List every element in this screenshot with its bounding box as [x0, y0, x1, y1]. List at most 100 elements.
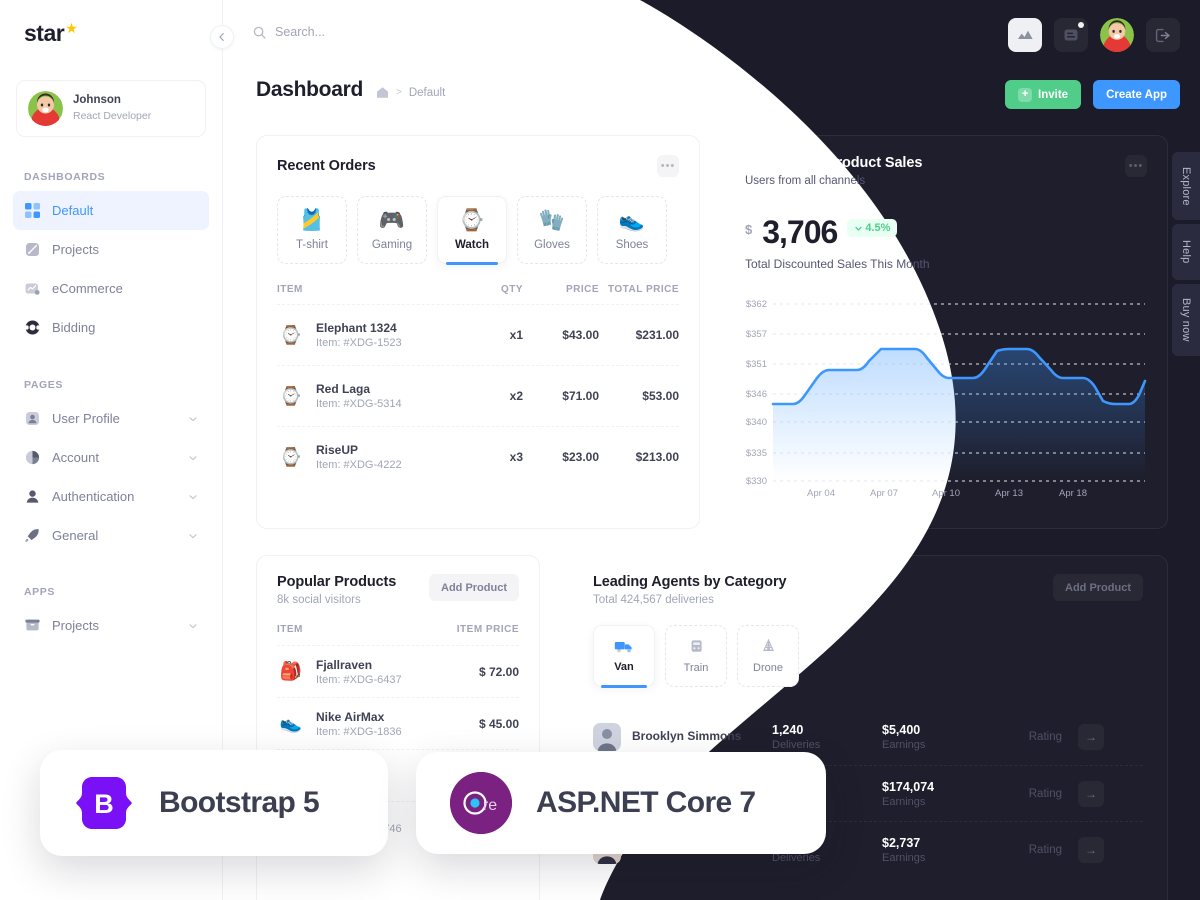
- sidebar-item-user-profile[interactable]: User Profile: [13, 399, 209, 438]
- sidebar-collapse-button[interactable]: [210, 25, 234, 49]
- sidebar-item-label: Authentication: [52, 489, 135, 504]
- sidebar-item-label: eCommerce: [52, 281, 123, 296]
- category-label: Shoes: [615, 238, 649, 251]
- create-app-label: Create App: [1106, 88, 1167, 101]
- sidebar-item-projects[interactable]: Projects: [13, 230, 209, 269]
- avatar[interactable]: [1100, 18, 1134, 52]
- notes-icon[interactable]: [1054, 18, 1088, 52]
- shoe-icon: 👟: [618, 208, 646, 232]
- bootstrap-banner[interactable]: B Bootstrap 5: [40, 750, 388, 856]
- sidebar-item-authentication[interactable]: Authentication: [13, 477, 209, 516]
- sidebar-item-general[interactable]: General: [13, 516, 209, 555]
- rating-label: Rating: [1028, 731, 1062, 743]
- arrow-right-icon[interactable]: →: [1078, 780, 1104, 807]
- add-product-button[interactable]: Add Product: [1053, 574, 1143, 601]
- sidebar-item-label: Default: [52, 203, 94, 218]
- brand-name: star: [24, 20, 65, 46]
- leading-agents-subtitle: Total 424,567 deliveries: [593, 594, 714, 606]
- category-gloves[interactable]: 🧤 Gloves: [517, 196, 587, 264]
- earnings-label: Earnings: [882, 739, 926, 751]
- bootstrap-logo: B: [76, 777, 132, 829]
- layers-icon: [24, 241, 41, 258]
- delta-value: 4.5%: [865, 222, 891, 234]
- earnings-label: Earnings: [882, 795, 926, 808]
- search-input[interactable]: Search...: [275, 25, 325, 39]
- table-row[interactable]: ⌚ RiseUP Item: #XDG-4222 x3 $23.00 $213.…: [277, 426, 679, 487]
- category-van[interactable]: Van: [593, 625, 655, 688]
- side-tab-explore[interactable]: Explore: [1172, 152, 1200, 220]
- sidebar-nav-apps: Projects: [0, 606, 222, 645]
- sidebar-item-bidding[interactable]: Bidding: [13, 308, 209, 347]
- watch-icon: ⌚: [458, 208, 486, 232]
- chevron-down-icon: [189, 623, 197, 628]
- table-row[interactable]: ⌚ Red Laga Item: #XDG-5314 x2 $71.00 $53…: [277, 365, 679, 426]
- category-shoes[interactable]: 👟 Shoes: [597, 196, 667, 264]
- search-bar[interactable]: Search...: [253, 25, 325, 39]
- sidebar-item-apps-projects[interactable]: Projects: [13, 606, 209, 645]
- list-item[interactable]: 👟 Nike AirMax Item: #XDG-1836 $ 45.00: [277, 697, 519, 749]
- page-actions: + Invite Create App: [1005, 80, 1180, 109]
- dashboard-screen: star ★ Johnson React Developer DASHBOARD…: [0, 0, 1200, 900]
- category-gaming[interactable]: 🎮 Gaming: [357, 196, 427, 264]
- search-icon: [253, 26, 266, 39]
- aspnet-core-logo: re: [450, 772, 512, 834]
- row-qty: x1: [509, 328, 523, 342]
- sidebar-item-label: General: [52, 528, 99, 543]
- dots-icon[interactable]: •••: [1125, 155, 1147, 177]
- list-item[interactable]: 🎒 Fjallraven Item: #XDG-6437 $ 72.00: [277, 645, 519, 697]
- dots-icon[interactable]: •••: [657, 155, 679, 177]
- category-label: Van: [614, 661, 634, 673]
- table-row[interactable]: ⌚ Elephant 1324 Item: #XDG-1523 x1 $43.0…: [277, 304, 679, 365]
- popular-products-subtitle: 8k social visitors: [277, 594, 361, 606]
- product-name: Fjallraven: [316, 657, 373, 672]
- arrow-right-icon[interactable]: →: [1078, 836, 1104, 863]
- avatar: [28, 91, 63, 126]
- box-icon: [24, 617, 41, 634]
- invite-button[interactable]: + Invite: [1005, 80, 1082, 109]
- product-sku: Item: #XDG-5314: [316, 398, 402, 410]
- profile-name: Johnson: [73, 94, 121, 107]
- row-total: $231.00: [635, 328, 679, 342]
- y-tick-label: $362: [746, 299, 767, 310]
- category-watch[interactable]: ⌚ Watch: [437, 196, 507, 265]
- column-item-price: ITEM PRICE: [456, 624, 519, 635]
- sidebar-nav-dashboards: Default Projects eCommerce Bidding: [0, 191, 222, 347]
- add-product-button[interactable]: Add Product: [429, 574, 519, 601]
- discounted-sales-metric: $ 3,706 4.5%: [725, 216, 1167, 248]
- sidebar-section-apps: APPS: [24, 586, 55, 598]
- recent-orders-title: Recent Orders: [277, 158, 376, 174]
- sidebar-item-account[interactable]: Account: [13, 438, 209, 477]
- sidebar-item-default[interactable]: Default: [13, 191, 209, 230]
- watch-icon: ⌚: [279, 446, 303, 467]
- category-tshirt[interactable]: 🎽 T-shirt: [277, 196, 347, 264]
- row-price: $71.00: [562, 389, 599, 403]
- side-tab-buy-now[interactable]: Buy now: [1172, 284, 1200, 356]
- y-tick-label: $340: [746, 417, 767, 428]
- category-drone[interactable]: Drone: [737, 625, 799, 687]
- aspnet-core-banner[interactable]: re ASP.NET Core 7: [416, 752, 826, 854]
- gamepad-icon: 🎮: [378, 208, 406, 232]
- activity-icon[interactable]: [1008, 18, 1042, 52]
- y-tick-label: $335: [746, 448, 767, 459]
- side-tab-help[interactable]: Help: [1172, 224, 1200, 280]
- brand-logo[interactable]: star ★: [0, 0, 222, 47]
- svg-text:B: B: [94, 789, 114, 819]
- page-header: Dashboard > Default: [256, 78, 445, 102]
- sidebar-item-ecommerce[interactable]: eCommerce: [13, 269, 209, 308]
- arrow-right-icon[interactable]: →: [1078, 724, 1104, 750]
- create-app-button[interactable]: Create App: [1093, 80, 1180, 109]
- leading-agents-title: Leading Agents by Category: [593, 574, 787, 590]
- agent-earnings: $174,074: [882, 779, 935, 794]
- backpack-icon: 🎒: [279, 661, 303, 681]
- product-name: Nike AirMax: [316, 709, 385, 724]
- plus-icon: +: [1018, 87, 1033, 102]
- discounted-sales-subtitle: Users from all channels: [745, 175, 866, 187]
- sidebar-profile-card[interactable]: Johnson React Developer: [16, 80, 206, 137]
- breadcrumb-current[interactable]: Default: [409, 87, 445, 99]
- logout-icon[interactable]: [1146, 18, 1180, 52]
- y-tick-label: $346: [746, 389, 767, 400]
- table-header: ITEM ITEM PRICE: [277, 624, 519, 645]
- home-icon[interactable]: [376, 86, 389, 99]
- side-tabs: Explore Help Buy now: [1172, 152, 1200, 356]
- category-train[interactable]: Train: [665, 625, 727, 687]
